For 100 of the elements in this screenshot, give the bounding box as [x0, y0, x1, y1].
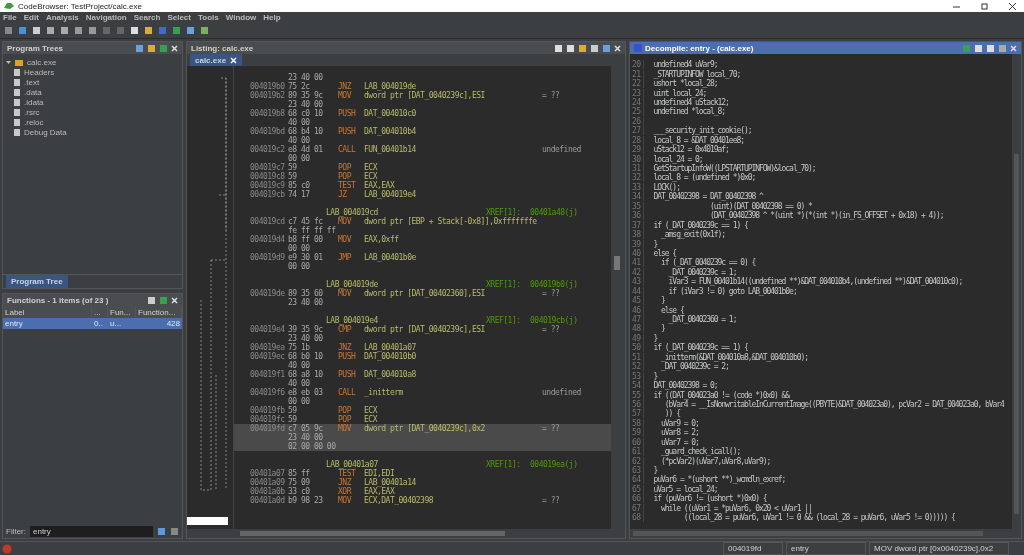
scrollbar-thumb[interactable]: [240, 531, 505, 536]
tree-item[interactable]: .idata: [14, 97, 179, 107]
bytes-row[interactable]: 00 00: [234, 244, 611, 253]
bytes-row[interactable]: 40 00: [234, 361, 611, 370]
instruction-row[interactable]: 004019c7 59 POP ECX: [234, 163, 611, 172]
tree-item[interactable]: .rsrc: [14, 107, 179, 117]
instruction-row[interactable]: 004019c2 e8 4d 01 CALL FUN_00401b14 undefined: [234, 145, 611, 154]
tree-item[interactable]: .data: [14, 87, 179, 97]
menu-item[interactable]: File: [3, 13, 17, 22]
bytes-text: 00 00: [288, 262, 311, 271]
bytes-row[interactable]: 00 00: [234, 262, 611, 271]
comment-text: = ??: [542, 496, 561, 505]
close-icon[interactable]: [1008, 2, 1016, 10]
instruction-row[interactable]: 00401a0d b9 98 23 MOV ECX,DAT_00402398 = ??: [234, 496, 611, 505]
overview-box: [187, 517, 228, 525]
bytes-row[interactable]: 23 40 00: [234, 433, 611, 442]
bytes-row[interactable]: 23 40 00: [234, 298, 611, 307]
instruction-row[interactable]: 004019cb 74 17 JZ LAB_004019e4: [234, 190, 611, 199]
menu-item[interactable]: Edit: [23, 13, 39, 22]
instruction-row[interactable]: 004019fd c7 05 9c MOV dword ptr [DAT_0040239c],0x2 = ??: [234, 424, 611, 433]
menu-item[interactable]: Navigation: [85, 13, 127, 22]
mnemonic-text: TEST: [338, 469, 356, 478]
menu-item[interactable]: Help: [263, 13, 281, 22]
operand-text: LAB_004019de: [364, 82, 416, 91]
instruction-row[interactable]: 004019ec 68 b0 10 PUSH DAT_004010b0: [234, 352, 611, 361]
instruction-row[interactable]: 00401a09 75 09 JNZ LAB_00401a14: [234, 478, 611, 487]
bytes-row[interactable]: fe ff ff ff: [234, 226, 611, 235]
instruction-row[interactable]: 004019f1 68 a8 10 PUSH DAT_004010a8: [234, 370, 611, 379]
tree-item[interactable]: .text: [14, 77, 179, 87]
function-row[interactable]: entry 0.. u... 428: [3, 318, 182, 329]
code-line: uVar7 = 0;: [660, 437, 699, 447]
filter-field[interactable]: entry: [30, 525, 153, 537]
instruction-row[interactable]: 004019fb 59 POP ECX: [234, 406, 611, 415]
bytes-row[interactable]: 23 40 00: [234, 100, 611, 109]
menu-item[interactable]: Search: [133, 13, 161, 22]
status-icon[interactable]: [2, 543, 12, 554]
instruction-row[interactable]: 004019bd 68 b4 10 PUSH DAT_004010b4: [234, 127, 611, 136]
instruction-row[interactable]: 00401a0b 33 c0 XOR EAX,EAX: [234, 487, 611, 496]
bytes-text: 23 40 00: [288, 298, 324, 307]
bytes-row[interactable]: 02 00 00 00: [234, 442, 611, 451]
scrollbar-thumb[interactable]: [633, 531, 983, 536]
scrollbar-thumb[interactable]: [1014, 154, 1019, 514]
instruction-row[interactable]: 004019f6 e8 eb 03 CALL _initterm undefined: [234, 388, 611, 397]
instruction-row[interactable]: 004019fc 59 POP ECX: [234, 415, 611, 424]
instruction-row[interactable]: 004019b8 68 c0 10 PUSH DAT_004010c0: [234, 109, 611, 118]
panel-title: Program Trees: [7, 43, 65, 53]
label-row[interactable]: LAB_00401a07 XREF[1]: 004019ea(j): [234, 460, 611, 469]
bytes-row[interactable]: 40 00: [234, 379, 611, 388]
label-row[interactable]: LAB_004019cd XREF[1]: 00401a48(j): [234, 208, 611, 217]
instruction-row[interactable]: 004019ea 75 1b JNZ LAB_00401a07: [234, 343, 611, 352]
bytes-row[interactable]: 40 00: [234, 118, 611, 127]
instruction-row[interactable]: 004019d4 b8 ff 00 MOV EAX,0xff: [234, 235, 611, 244]
tree-item[interactable]: .reloc: [14, 117, 179, 127]
code-line: local_8 = (undefined *)0x0;: [652, 173, 756, 183]
instruction-row[interactable]: 004019b0 75 2c JNZ LAB_004019de: [234, 82, 611, 91]
instruction-row[interactable]: 004019c9 85 c0 TEST EAX,EAX: [234, 181, 611, 190]
code-line: ___security_init_cookie();: [652, 126, 752, 136]
bytes-row[interactable]: 23 40 00: [234, 334, 611, 343]
line-number: 43: [630, 277, 644, 287]
instruction-row[interactable]: 00401a07 85 ff TEST EDI,EDI: [234, 469, 611, 478]
bytes-text: 59: [288, 172, 298, 181]
label-row[interactable]: LAB_004019e4 XREF[1]: 004019cb(j): [234, 316, 611, 325]
tree-item[interactable]: calc.exe: [6, 57, 179, 67]
line-number: 28: [630, 135, 644, 145]
address-text: 00401a09: [250, 478, 286, 487]
line-number: 59: [630, 428, 644, 438]
instruction-row[interactable]: 004019e4 39 35 9c CMP dword ptr [DAT_0040239c],ESI = ??: [234, 325, 611, 334]
instruction-row[interactable]: 004019c8 59 POP ECX: [234, 172, 611, 181]
line-number: 33: [630, 182, 644, 192]
code-line: undefined *local_8;: [652, 107, 726, 117]
line-number: 41: [630, 258, 644, 268]
program-tree-tab[interactable]: Program Tree: [6, 275, 68, 288]
tree-item[interactable]: Headers: [14, 67, 179, 77]
maximize-icon[interactable]: [980, 2, 988, 10]
code-line: LOCK();: [652, 182, 680, 192]
caret-icon[interactable]: [6, 59, 11, 65]
bytes-text: 40 00: [288, 118, 311, 127]
bytes-row[interactable]: 23 40 00: [234, 73, 611, 82]
bytes-row[interactable]: 40 00: [234, 136, 611, 145]
instruction-row[interactable]: 004019d9 e9 30 01 JMP LAB_00401b0e: [234, 253, 611, 262]
menu-item[interactable]: Select: [167, 13, 191, 22]
instruction-row[interactable]: 004019cd c7 45 fc MOV dword ptr [EBP + Stack[-0x8]],0xfffffffe: [234, 217, 611, 226]
line-number: 64: [630, 475, 644, 485]
menu-item[interactable]: Analysis: [45, 13, 79, 22]
address-text: 004019c8: [250, 172, 286, 181]
label-text: LAB_00401a07: [326, 460, 378, 469]
tree-item[interactable]: Debug Data: [14, 127, 179, 137]
menu-item[interactable]: Window: [225, 13, 257, 22]
menu-item[interactable]: Tools: [197, 13, 219, 22]
bytes-row[interactable]: 00 00: [234, 397, 611, 406]
instruction-row[interactable]: 004019b2 89 35 9c MOV dword ptr [DAT_0040239c],ESI = ??: [234, 91, 611, 100]
label-row[interactable]: LAB_004019de XREF[1]: 004019b0(j): [234, 280, 611, 289]
xref-text: 004019ea(j): [530, 460, 579, 469]
scrollbar-thumb[interactable]: [614, 256, 620, 270]
line-number: 47: [630, 315, 644, 325]
comment-text: undefined: [542, 145, 582, 154]
bytes-row[interactable]: 00 00: [234, 154, 611, 163]
line-number: 53: [630, 371, 644, 381]
instruction-row[interactable]: 004019de 89 35 60 MOV dword ptr [DAT_00402360],ESI = ??: [234, 289, 611, 298]
line-number: 39: [630, 239, 644, 249]
